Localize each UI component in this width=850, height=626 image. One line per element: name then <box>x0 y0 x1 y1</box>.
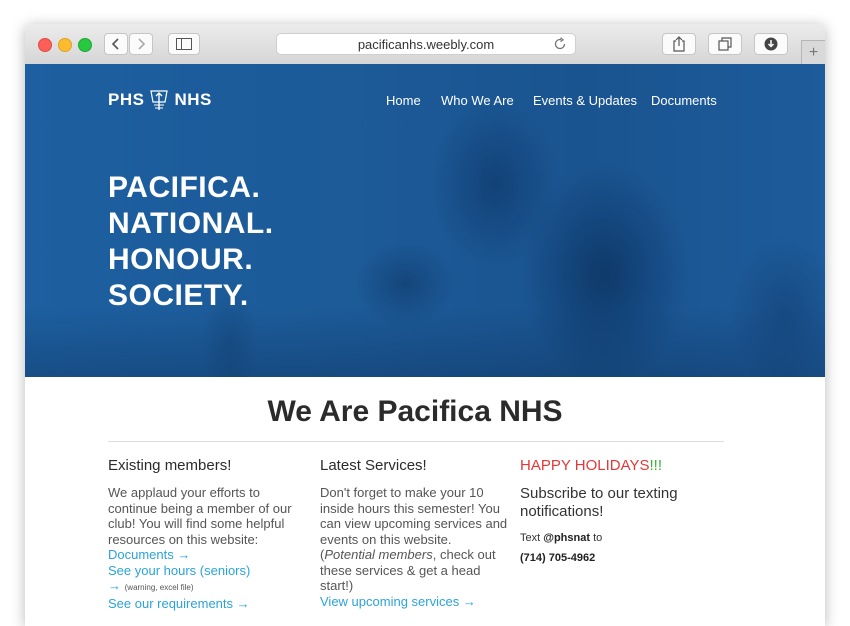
phone-line: (714) 705-4962 <box>520 551 720 565</box>
new-tab-button[interactable]: + <box>801 40 825 64</box>
main-content: We Are Pacifica NHS Existing members! We… <box>25 377 825 626</box>
share-button[interactable] <box>662 33 696 55</box>
hero-line: SOCIETY. <box>108 279 249 312</box>
sms-handle: @phsnat <box>543 532 591 544</box>
section-body: Don't forget to make your 10 inside hour… <box>320 485 510 594</box>
phone-number: (714) 705-4962 <box>520 552 596 564</box>
requirements-link[interactable]: See our requirements → <box>108 596 298 612</box>
nav-documents[interactable]: Documents <box>651 93 717 108</box>
torch-emblem-icon <box>150 90 169 110</box>
reload-icon <box>554 37 566 50</box>
site-logo[interactable]: PHS NHS <box>108 88 212 112</box>
section-body: We applaud your efforts to continue bein… <box>108 485 292 547</box>
text-suffix: to <box>590 532 603 544</box>
logo-right-text: NHS <box>174 90 212 109</box>
nav-home[interactable]: Home <box>386 93 421 108</box>
arrow-icon: → <box>108 578 121 593</box>
close-window-button[interactable] <box>38 38 52 52</box>
reload-button[interactable] <box>553 37 567 54</box>
chevron-right-icon <box>138 38 146 50</box>
zoom-window-button[interactable] <box>78 38 92 52</box>
tabs-button[interactable] <box>708 33 742 55</box>
text-prefix: Text <box>520 532 544 544</box>
section-title: Existing members! <box>108 457 232 474</box>
hero-line: HONOUR. <box>108 243 254 276</box>
upcoming-services-link[interactable]: View upcoming services → <box>320 594 510 610</box>
holiday-text: HAPPY HOLIDAYS <box>520 457 650 474</box>
hours-link[interactable]: See your hours (seniors) <box>108 563 298 579</box>
hours-note: → (warning, excel file) <box>108 578 298 596</box>
hero-title: PACIFICA. NATIONAL. HONOUR. SOCIETY. <box>108 170 274 314</box>
address-bar[interactable]: pacificanhs.weebly.com <box>276 33 576 55</box>
heading-divider <box>108 441 724 442</box>
browser-window: pacificanhs.weebly.com + PHS NHS Home Wh… <box>25 24 825 626</box>
latest-services-section: Latest Services! Don't forget to make yo… <box>320 457 510 609</box>
forward-button[interactable] <box>129 33 153 55</box>
url-text: pacificanhs.weebly.com <box>357 36 495 52</box>
hero-line: PACIFICA. <box>108 171 261 204</box>
hero-line: NATIONAL. <box>108 207 274 240</box>
share-icon <box>673 36 685 52</box>
holiday-title: HAPPY HOLIDAYS!!! <box>520 457 720 475</box>
hero-photo-overlay <box>25 307 825 377</box>
potential-members-text: Potential members <box>324 547 433 562</box>
sidebar-button[interactable] <box>168 33 200 55</box>
download-icon <box>764 37 778 51</box>
downloads-button[interactable] <box>754 33 788 55</box>
holiday-exclaim: !!! <box>649 457 663 474</box>
page-heading: We Are Pacifica NHS <box>267 395 563 428</box>
subscribe-heading: Subscribe to our texting notifications! <box>520 485 678 520</box>
hero-banner: PHS NHS Home Who We Are Events & Updates… <box>25 64 825 377</box>
texting-section: HAPPY HOLIDAYS!!! Subscribe to our texti… <box>520 457 720 565</box>
nav-who-we-are[interactable]: Who We Are <box>441 93 514 108</box>
text-instructions: Text @phsnat to <box>520 531 720 545</box>
logo-left-text: PHS <box>108 90 145 109</box>
existing-members-section: Existing members! We applaud your effort… <box>108 457 298 611</box>
sidebar-icon <box>176 38 192 50</box>
excel-warning: (warning, excel file) <box>124 583 194 592</box>
minimize-window-button[interactable] <box>58 38 72 52</box>
section-title: Latest Services! <box>320 457 427 474</box>
browser-toolbar: pacificanhs.weebly.com + <box>25 24 825 65</box>
tabs-icon <box>718 37 732 51</box>
plus-icon: + <box>808 43 819 61</box>
documents-link[interactable]: Documents → <box>108 547 298 563</box>
chevron-left-icon <box>111 38 119 50</box>
back-button[interactable] <box>104 33 128 55</box>
nav-events-updates[interactable]: Events & Updates <box>533 93 637 108</box>
